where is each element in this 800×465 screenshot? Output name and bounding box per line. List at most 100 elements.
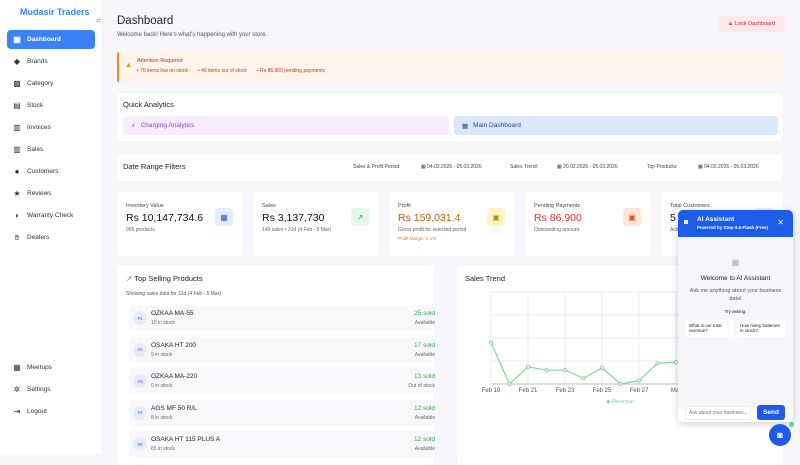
- data-point: [488, 340, 494, 345]
- suggestion-total-revenue[interactable]: What is our total revenue?: [686, 320, 734, 337]
- sales-profit-range: 04.02.2026 - 05.03.2026: [427, 164, 482, 170]
- ai-welcome: Welcome to AI Assistant: [700, 275, 771, 282]
- product-name: OZKAA MA-55: [151, 310, 194, 317]
- logout-icon: ⇥: [13, 407, 21, 416]
- stat-icon: ▣: [487, 208, 505, 226]
- product-list-item[interactable]: #5 OSAKA HT 115 PLUS A 65 in stock 12 sold A…: [129, 431, 438, 457]
- stat-subtext: 149 sales • 31d (4 Feb - 5 Mar): [262, 227, 332, 233]
- sidebar-item-warranty-check[interactable]: ◗ Warranty Check: [7, 206, 95, 225]
- product-sold: 25 sold: [414, 310, 435, 317]
- x-tick-label: Feb 19: [482, 388, 501, 394]
- product-status: Available: [414, 446, 435, 452]
- alert-item: • Rs 86,900 pending payments: [256, 68, 326, 74]
- send-button[interactable]: Send: [757, 405, 785, 420]
- sidebar-item-dashboard[interactable]: ▦ Dashboard: [7, 30, 95, 49]
- product-list-item[interactable]: #4 AGS MF 50 R/L 8 in stock 12 sold Availabl…: [129, 399, 438, 426]
- product-stock: 8 in stock: [151, 414, 173, 421]
- data-point: [636, 378, 642, 383]
- ai-chat-toggle-button[interactable]: ◙: [769, 424, 791, 446]
- sidebar-item-label: Dealers: [27, 234, 50, 241]
- try-asking-label: Try asking:: [724, 309, 747, 314]
- attention-alert: ▲ Attention Required • 70 items low on s…: [117, 52, 783, 82]
- stat-card: Profit Rs 159,031.4 Gross profit for selec…: [389, 192, 515, 256]
- sidebar-item-label: Sales: [27, 146, 44, 153]
- product-list-item[interactable]: #1 OZKAA MA-55 10 in stock 25 sold Available: [129, 305, 438, 331]
- product-name: OSAKA HT 200: [151, 341, 197, 349]
- product-sold: 17 sold: [414, 341, 435, 349]
- stat-subtext: 955 products: [126, 227, 155, 233]
- stat-value: Rs 86,900: [534, 212, 582, 224]
- product-list-item[interactable]: #2 OSAKA HT 200 9 in stock 17 sold Available: [129, 336, 438, 363]
- robot-icon: ◙: [684, 219, 689, 226]
- invoice-icon: ▥: [13, 123, 21, 132]
- product-name: AGS MF 50 R/L: [151, 404, 197, 412]
- brand-logo: Mudasir Traders: [20, 7, 90, 17]
- stat-value: 5: [670, 212, 676, 224]
- calendar-icon: ▦: [13, 363, 21, 372]
- sidebar-item-invoices[interactable]: ▥ Invoices: [7, 118, 95, 137]
- sidebar-item-label: Warranty Check: [27, 212, 74, 219]
- sales-trend-date-picker[interactable]: ▦ 20.02.2026 - 05.03.2026: [557, 164, 618, 170]
- stat-subtext: Gross profit for selected period: [398, 227, 467, 233]
- warehouse-icon: ▤: [13, 101, 21, 110]
- close-icon[interactable]: ✕: [777, 218, 784, 227]
- online-indicator: [789, 422, 794, 427]
- ai-chat-input[interactable]: [685, 406, 751, 420]
- page-subtitle: Welcome back! Here's what's happening wi…: [117, 32, 268, 38]
- top-products-range: 04.02.2026 - 05.03.2026: [704, 164, 759, 170]
- quick-analytics-card: Quick Analytics ⚡︎ Charging Analytics ▦ Ma…: [117, 93, 783, 141]
- sidebar-item-label: Category: [27, 80, 54, 87]
- dashboard-icon: ▦: [462, 122, 469, 130]
- sidebar-item-settings[interactable]: ✲ Settings: [7, 380, 95, 399]
- stat-icon: ▦: [215, 208, 233, 226]
- sidebar-item-label: Customers: [27, 168, 59, 175]
- profit-margin: Profit Margin: 5.1%: [398, 236, 437, 241]
- sidebar-item-customers[interactable]: ● Customers: [7, 162, 95, 181]
- sidebar-item-brands[interactable]: ◆ Brands: [7, 52, 95, 71]
- suggestion-batteries-stock[interactable]: How many batteries in stock?: [737, 320, 785, 337]
- rank-badge: #1: [133, 311, 147, 325]
- sidebar-item-dealers[interactable]: ✋︎ Dealers: [7, 228, 95, 247]
- sidebar-item-stock[interactable]: ▤ Stock: [7, 96, 95, 115]
- data-point: [655, 361, 660, 366]
- rank-badge: #2: [133, 342, 147, 357]
- sidebar-item-reviews[interactable]: ★ Reviews: [7, 184, 95, 203]
- sidebar-item-logout[interactable]: ⇥ Logout: [7, 402, 95, 421]
- top-products-subtitle: Showing sales data for 31d (4 Feb - 5 Ma…: [126, 291, 222, 297]
- sidebar-item-category[interactable]: ▩ Category: [7, 74, 95, 93]
- sales-profit-date-picker[interactable]: ▦ 04.02.2026 - 05.03.2026: [421, 164, 482, 170]
- stat-icon: ▣: [623, 208, 641, 226]
- collapse-sidebar-icon[interactable]: ⇄: [96, 17, 101, 24]
- quick-analytics-title: Quick Analytics: [123, 100, 174, 109]
- warning-icon: ▲: [125, 62, 132, 69]
- stat-value: Rs 3,137,730: [262, 212, 325, 224]
- sidebar-item-label: Brands: [27, 58, 48, 65]
- sales-trend-label: Sales Trend:: [510, 164, 539, 170]
- sidebar-item-meetups[interactable]: ▦ Meetups: [7, 358, 95, 377]
- handshake-icon: ✋︎: [14, 232, 20, 242]
- tag-icon: ◆: [13, 57, 21, 66]
- main-dashboard-button[interactable]: ▦ Main Dashboard: [454, 116, 778, 135]
- stat-label: Inventory Value: [126, 203, 164, 209]
- x-tick-label: Feb 25: [593, 388, 612, 394]
- star-icon: ★: [13, 189, 21, 198]
- product-stock: 10 in stock: [151, 320, 175, 326]
- data-point: [525, 364, 531, 369]
- stat-subtext: Outstanding amount: [534, 227, 580, 233]
- data-point: [618, 381, 623, 387]
- data-point: [507, 381, 512, 387]
- alert-item: • 49 items out of stock: [197, 68, 247, 74]
- top-products-date-picker[interactable]: ▦ 04.02.2026 - 05.03.2026: [698, 164, 759, 170]
- product-list-item[interactable]: #3 OZKAA MA-220 0 in stock 13 sold Out of st…: [129, 368, 438, 394]
- rank-badge: #4: [133, 405, 147, 420]
- charging-analytics-button[interactable]: ⚡︎ Charging Analytics: [123, 116, 449, 135]
- product-status: Available: [414, 414, 435, 421]
- data-point: [599, 365, 605, 371]
- product-name: OSAKA HT 115 PLUS A: [151, 436, 221, 443]
- sidebar-item-label: Invoices: [27, 124, 51, 131]
- sidebar-item-label: Settings: [27, 386, 51, 393]
- product-stock: 65 in stock: [151, 446, 175, 452]
- lock-dashboard-button[interactable]: 🔒︎ Lock Dashboard: [719, 16, 785, 32]
- sidebar-item-sales[interactable]: ▥ Sales: [7, 140, 95, 159]
- ai-description: Ask me anything about your business data…: [689, 288, 782, 302]
